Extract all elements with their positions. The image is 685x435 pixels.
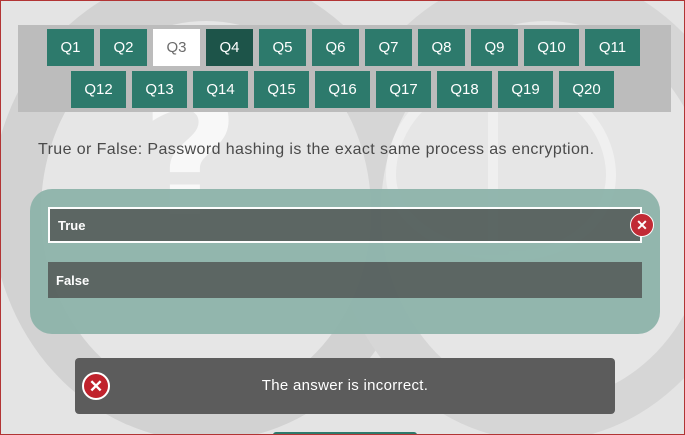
question-button-q3[interactable]: Q3	[153, 29, 200, 66]
feedback-text: The answer is incorrect.	[261, 377, 429, 394]
quiz-frame: ? Q1 Q2 Q3 Q4 Q5 Q6 Q7 Q8 Q9 Q10 Q11 Q12…	[0, 0, 685, 435]
answer-option-false[interactable]: False	[48, 262, 642, 298]
feedback-banner: ✕ The answer is incorrect.	[75, 358, 615, 414]
incorrect-icon: ✕	[630, 213, 654, 237]
question-button-q8[interactable]: Q8	[418, 29, 465, 66]
question-button-q4[interactable]: Q4	[206, 29, 253, 66]
question-navigation: Q1 Q2 Q3 Q4 Q5 Q6 Q7 Q8 Q9 Q10 Q11 Q12 Q…	[18, 25, 671, 112]
question-button-q1[interactable]: Q1	[47, 29, 94, 66]
answer-option-label: True	[58, 217, 86, 233]
question-button-q11[interactable]: Q11	[585, 29, 640, 66]
question-button-q2[interactable]: Q2	[100, 29, 147, 66]
question-button-q12[interactable]: Q12	[71, 71, 126, 108]
question-button-q16[interactable]: Q16	[315, 71, 370, 108]
question-button-q10[interactable]: Q10	[524, 29, 579, 66]
question-button-q7[interactable]: Q7	[365, 29, 412, 66]
question-button-q17[interactable]: Q17	[376, 71, 431, 108]
question-button-q13[interactable]: Q13	[132, 71, 187, 108]
question-button-q5[interactable]: Q5	[259, 29, 306, 66]
answer-option-true[interactable]: True	[48, 207, 642, 243]
question-nav-row-1: Q1 Q2 Q3 Q4 Q5 Q6 Q7 Q8 Q9 Q10 Q11	[47, 29, 640, 66]
question-nav-row-2: Q12 Q13 Q14 Q15 Q16 Q17 Q18 Q19 Q20	[71, 71, 614, 108]
question-button-q9[interactable]: Q9	[471, 29, 518, 66]
question-button-q18[interactable]: Q18	[437, 71, 492, 108]
close-icon: ✕	[636, 217, 648, 233]
answer-panel: True ✕ False	[30, 189, 660, 334]
question-button-q6[interactable]: Q6	[312, 29, 359, 66]
question-button-q20[interactable]: Q20	[559, 71, 614, 108]
answer-option-label: False	[56, 272, 90, 288]
question-text: True or False: Password hashing is the e…	[38, 141, 595, 158]
question-button-q14[interactable]: Q14	[193, 71, 248, 108]
question-button-q15[interactable]: Q15	[254, 71, 309, 108]
question-button-q19[interactable]: Q19	[498, 71, 553, 108]
